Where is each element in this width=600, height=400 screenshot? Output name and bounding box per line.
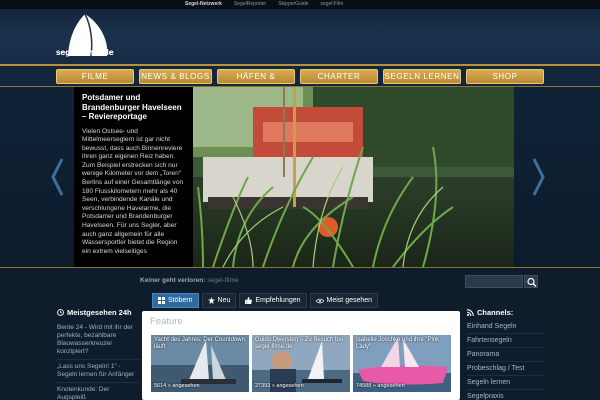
slide-image[interactable]	[193, 87, 514, 267]
list-item[interactable]: Knotenkunde: Der Augspleiß	[57, 383, 139, 400]
search-icon	[527, 277, 537, 287]
channel-item[interactable]: Segeln lernen	[467, 376, 545, 390]
video-card[interactable]: Yacht des Jahres: Der Countdown läuft 56…	[151, 335, 249, 392]
channels-title: Channels:	[467, 308, 545, 317]
tab-empfehlungen[interactable]: Empfehlungen	[239, 293, 307, 308]
site-header: segel-filme.de	[0, 9, 600, 65]
tab-neu[interactable]: Neu	[201, 293, 237, 308]
site-logo[interactable]: segel-filme.de	[55, 12, 115, 64]
network-link-segelfilm[interactable]: segel:Film	[321, 0, 344, 9]
video-card-title: Yacht des Jahres: Der Countdown läuft	[154, 337, 245, 350]
most-viewed-sidebar: Meistgesehen 24h Bente 24 - Wird mit ihr…	[57, 308, 139, 400]
slide-title[interactable]: Potsdamer und Brandenburger Havelseen – …	[82, 93, 187, 122]
breadcrumb-prefix: Keiner geht verloren:	[140, 277, 206, 284]
network-link-skipperguide[interactable]: SkipperGuide	[278, 0, 308, 9]
breadcrumb-current[interactable]: segel-filme	[207, 277, 238, 284]
video-card[interactable]: Isabelle Joschke und ihre "Pink Lady" 74…	[353, 335, 451, 392]
search-box	[465, 275, 538, 288]
network-link-segelreporter[interactable]: SegelReporter	[234, 0, 266, 9]
most-viewed-title-text: Meistgesehen 24h	[67, 308, 132, 317]
featured-slideshow: Potsdamer und Brandenburger Havelseen – …	[0, 87, 600, 267]
content-area: Keiner geht verloren: segel-filme Stöber…	[0, 268, 600, 400]
feature-panel: Feature Yacht des Jahres: Der Countdown …	[142, 311, 460, 400]
nav-haefen-ankern[interactable]: HÄFEN & ANKERN	[217, 69, 295, 94]
tab-neu-label: Neu	[217, 297, 231, 304]
nav-news-blogs[interactable]: NEWS & BLOGS	[139, 69, 212, 84]
list-item[interactable]: Bente 24 - Wird mit ihr der perfekte, be…	[57, 321, 139, 360]
thumbs-up-icon	[245, 297, 253, 304]
logo-text: segel-filme.de	[56, 48, 114, 57]
video-card-views: 27393 » angesehen	[255, 383, 304, 389]
network-bar: Segel-Netzwerk SegelReporter SkipperGuid…	[0, 0, 600, 9]
video-card-title: Isabelle Joschke und ihre "Pink Lady"	[356, 337, 440, 350]
slide-description: Vielen Ostsee- und Mittelmeerseglern ist…	[82, 127, 184, 255]
slideshow-prev-arrow-icon[interactable]	[50, 157, 64, 197]
slideshow-next-arrow-icon[interactable]	[532, 157, 546, 197]
video-card-title: Guido Dwersteg – Zu Besuch bei segel-fil…	[255, 337, 344, 350]
most-viewed-title: Meistgesehen 24h	[57, 308, 139, 317]
eye-icon	[315, 298, 324, 303]
main-nav: FILME NEWS & BLOGS HÄFEN & ANKERN CHARTE…	[56, 69, 544, 94]
channels-list: Einhand Segeln Fahrtensegeln Panorama Pr…	[467, 320, 545, 400]
star-icon	[207, 297, 215, 304]
clock-icon	[57, 309, 64, 316]
content-tabs: Stöbern Neu Empfehlungen Meist gesehen	[152, 293, 379, 308]
nav-charter[interactable]: CHARTER	[300, 69, 378, 84]
nav-segeln-lernen[interactable]: SEGELN LERNEN	[383, 69, 461, 84]
tab-empfehlungen-label: Empfehlungen	[255, 297, 301, 304]
slide-caption: Potsdamer und Brandenburger Havelseen – …	[74, 87, 193, 267]
channel-item[interactable]: Probeschlag / Test	[467, 362, 545, 376]
video-card-views: 5614 » angesehen	[154, 383, 200, 389]
feature-title: Feature	[150, 316, 183, 327]
grid-icon	[158, 297, 165, 304]
nav-shop[interactable]: SHOP	[466, 69, 544, 84]
search-input[interactable]	[465, 275, 523, 288]
tab-stoebern[interactable]: Stöbern	[152, 293, 199, 308]
main-nav-bar: FILME NEWS & BLOGS HÄFEN & ANKERN CHARTE…	[0, 66, 600, 94]
tab-meist-gesehen-label: Meist gesehen	[326, 297, 373, 304]
video-card-views: 74588 » angesehen	[356, 383, 405, 389]
video-card[interactable]: Guido Dwersteg – Zu Besuch bei segel-fil…	[252, 335, 350, 392]
channel-item[interactable]: Panorama	[467, 348, 545, 362]
nav-filme[interactable]: FILME	[56, 69, 134, 84]
rss-icon	[467, 309, 474, 316]
list-item[interactable]: „Lass uns Segeln! 1“ - Segeln lernen für…	[57, 360, 139, 383]
search-button[interactable]	[524, 275, 538, 288]
tab-meist-gesehen[interactable]: Meist gesehen	[309, 293, 379, 308]
most-viewed-list: Bente 24 - Wird mit ihr der perfekte, be…	[57, 321, 139, 400]
network-title: Segel-Netzwerk	[185, 1, 222, 7]
channel-item[interactable]: Einhand Segeln	[467, 320, 545, 334]
breadcrumb: Keiner geht verloren: segel-filme	[140, 277, 239, 284]
feature-cards: Yacht des Jahres: Der Countdown läuft 56…	[151, 335, 451, 392]
tab-stoebern-label: Stöbern	[168, 297, 193, 304]
channel-item[interactable]: Segelpraxis	[467, 390, 545, 400]
channel-item[interactable]: Fahrtensegeln	[467, 334, 545, 348]
channels-sidebar: Channels: Einhand Segeln Fahrtensegeln P…	[467, 308, 545, 400]
channels-title-text: Channels:	[477, 308, 514, 317]
